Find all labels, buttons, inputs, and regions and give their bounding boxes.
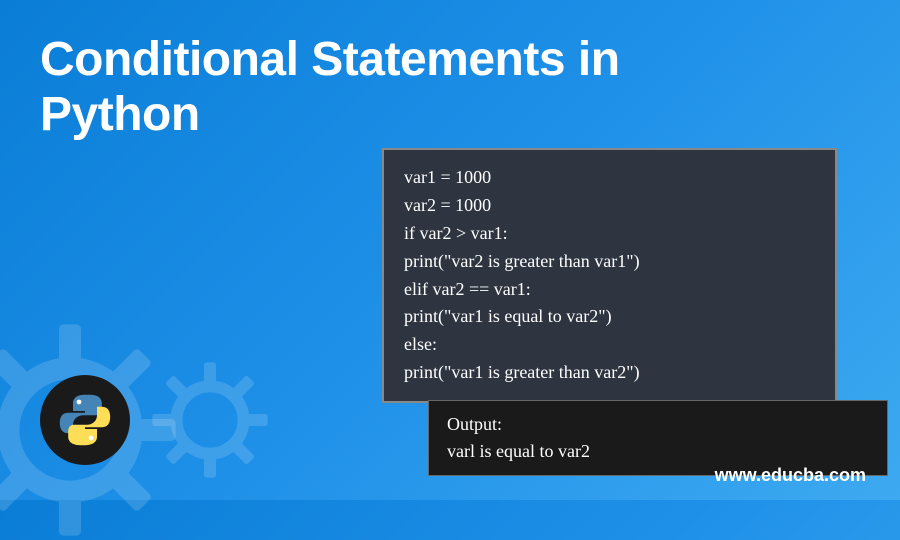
code-line: print("var1 is greater than var2") — [404, 359, 815, 387]
title-line-1: Conditional Statements in — [40, 33, 620, 86]
code-line: if var2 > var1: — [404, 220, 815, 248]
title-line-2: Python — [40, 88, 200, 141]
code-line: elif var2 == var1: — [404, 276, 815, 304]
code-line: print("var1 is equal to var2") — [404, 303, 815, 331]
website-url: www.educba.com — [715, 465, 866, 486]
python-logo-icon — [40, 375, 130, 465]
gear-decoration-small — [150, 360, 270, 480]
code-line: var2 = 1000 — [404, 192, 815, 220]
code-line: else: — [404, 331, 815, 359]
code-line: var1 = 1000 — [404, 164, 815, 192]
code-block: var1 = 1000 var2 = 1000 if var2 > var1: … — [382, 148, 837, 403]
page-title: Conditional Statements in Python — [40, 32, 620, 142]
output-text: varl is equal to var2 — [447, 438, 869, 465]
code-line: print("var2 is greater than var1") — [404, 248, 815, 276]
output-label: Output: — [447, 411, 869, 438]
